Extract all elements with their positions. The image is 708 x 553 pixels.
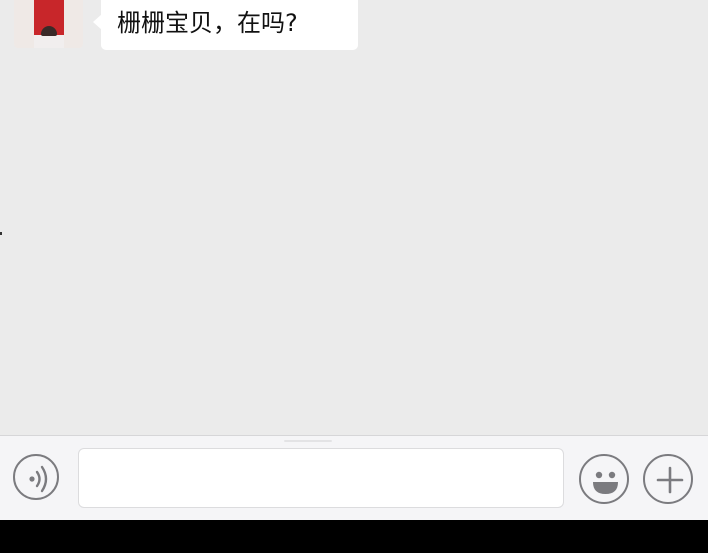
chat-area: 栅栅宝贝，在吗? (0, 0, 708, 435)
input-bar-handle (284, 440, 332, 442)
emoji-button[interactable] (579, 454, 629, 504)
more-button[interactable] (643, 454, 693, 504)
voice-button[interactable] (13, 454, 59, 500)
avatar-image-base (34, 35, 64, 48)
plus-icon (656, 466, 684, 494)
bottom-strip (0, 520, 708, 553)
message-text: 栅栅宝贝，在吗? (117, 9, 298, 37)
voice-icon (29, 465, 48, 493)
avatar[interactable] (14, 0, 83, 48)
message-input[interactable] (78, 448, 564, 508)
edge-mark (0, 232, 2, 235)
avatar-figure (41, 26, 57, 36)
emoji-icon (593, 471, 618, 494)
message-bubble[interactable]: 栅栅宝贝，在吗? (101, 0, 358, 50)
